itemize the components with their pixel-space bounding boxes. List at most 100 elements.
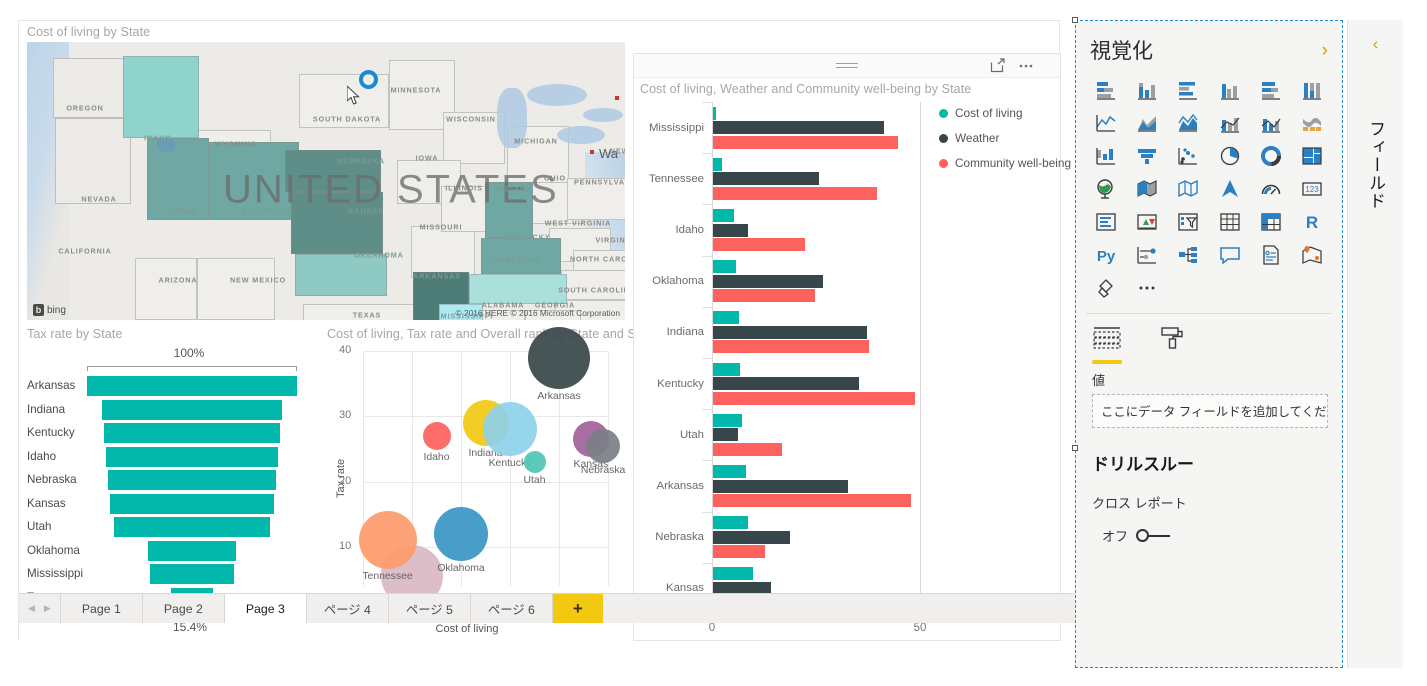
chevron-left-icon[interactable]: ‹ <box>1348 20 1403 54</box>
scatter-plot-area[interactable]: MississippiTennesseeOklahomaIdahoIndiana… <box>358 326 625 620</box>
page-tab-bar[interactable]: ◀ ▶ Page 1 Page 2 Page 3 ページ 4 ページ 5 ページ 6 + <box>19 593 1079 623</box>
bar-chart-legend[interactable]: Cost of living Weather Community well-bein… <box>939 106 1071 181</box>
bar-segment[interactable] <box>713 260 736 274</box>
donut-chart-icon[interactable] <box>1251 141 1290 171</box>
bar-segment[interactable] <box>713 289 815 303</box>
shape-map-icon[interactable] <box>1169 174 1208 204</box>
state-arizona[interactable] <box>135 258 197 320</box>
stacked-bar-chart-icon[interactable] <box>1086 75 1125 105</box>
multi-row-card-icon[interactable] <box>1086 207 1125 237</box>
line-clustered-column-chart-icon[interactable] <box>1251 108 1290 138</box>
focus-mode-icon[interactable] <box>990 58 1006 74</box>
scatter-bubble[interactable] <box>523 450 546 473</box>
bar-chart-visual[interactable]: Cost of living, Weather and Community we… <box>633 53 1071 641</box>
state-nevada-california[interactable] <box>55 118 131 204</box>
bar-segment[interactable] <box>713 530 790 544</box>
bar-segment[interactable] <box>713 209 734 222</box>
page-tab-page-1[interactable]: Page 1 <box>61 594 143 623</box>
stacked-area-chart-icon[interactable] <box>1169 108 1208 138</box>
tab-prev-icon[interactable]: ◀ <box>28 603 35 614</box>
bar-segment[interactable] <box>713 340 869 354</box>
state-newmexico[interactable] <box>197 258 275 320</box>
state-oklahoma-highlight[interactable] <box>295 254 387 296</box>
bar-segment[interactable] <box>713 428 738 442</box>
decomposition-tree-icon[interactable] <box>1169 240 1208 270</box>
bar-segment[interactable] <box>713 121 884 135</box>
report-canvas[interactable]: Cost of living by State UNITED STATES Wa… <box>18 20 1079 641</box>
matrix-icon[interactable] <box>1251 207 1290 237</box>
map-icon[interactable] <box>1086 174 1125 204</box>
line-stacked-column-chart-icon[interactable] <box>1210 108 1249 138</box>
tab-nav-arrows[interactable]: ◀ ▶ <box>19 594 61 623</box>
bar-segment[interactable] <box>713 391 915 405</box>
r-script-visual-icon[interactable]: R <box>1293 207 1332 237</box>
page-tabs[interactable]: Page 1 Page 2 Page 3 ページ 4 ページ 5 ページ 6 <box>61 594 553 623</box>
bar-segment[interactable] <box>713 223 749 237</box>
funnel-bar[interactable] <box>103 423 281 443</box>
azure-map-icon[interactable] <box>1293 240 1332 270</box>
state-kansas-highlight[interactable] <box>291 192 383 254</box>
scatter-bubble[interactable] <box>434 506 488 561</box>
bar-plot-area[interactable]: Mississippi Tennessee Idaho Oklahoma Indiana… <box>649 102 921 614</box>
more-options-icon[interactable] <box>1127 273 1166 303</box>
waterfall-chart-icon[interactable] <box>1086 141 1125 171</box>
bar-segment[interactable] <box>713 172 820 186</box>
100-stacked-bar-chart-icon[interactable] <box>1251 75 1290 105</box>
map-canvas[interactable]: UNITED STATES Wa b bing © 2016 HERE © 20… <box>27 42 625 320</box>
visualizations-pane[interactable]: 視覚化 › 123 R Py 値 ここにデータ フィールドを追加してください ド… <box>1072 17 1343 668</box>
add-page-button[interactable]: + <box>552 594 603 623</box>
table-icon[interactable] <box>1210 207 1249 237</box>
line-chart-icon[interactable] <box>1086 108 1125 138</box>
funnel-bar[interactable] <box>110 493 274 514</box>
bar-segment[interactable] <box>713 465 747 478</box>
ribbon-chart-icon[interactable] <box>1293 108 1332 138</box>
visualization-type-grid[interactable]: 123 R Py <box>1076 75 1342 311</box>
paginated-report-icon[interactable] <box>1251 240 1290 270</box>
funnel-chart-icon[interactable] <box>1127 141 1166 171</box>
page-tab-ページ-4[interactable]: ページ 4 <box>307 594 389 623</box>
bar-segment[interactable] <box>713 545 765 559</box>
bar-segment[interactable] <box>713 494 911 507</box>
area-chart-icon[interactable] <box>1127 108 1166 138</box>
visual-header[interactable] <box>634 54 1060 78</box>
cross-report-toggle[interactable] <box>1136 529 1171 542</box>
legend-item[interactable]: Weather <box>939 131 1071 145</box>
cross-report-toggle-row[interactable]: オフ <box>1076 512 1342 545</box>
treemap-icon[interactable] <box>1293 141 1332 171</box>
resize-handle-tl[interactable] <box>1072 17 1078 23</box>
values-drop-zone[interactable]: ここにデータ フィールドを追加してください <box>1092 394 1328 428</box>
funnel-bar[interactable] <box>87 376 297 396</box>
scatter-bubble[interactable] <box>358 511 417 570</box>
pie-chart-icon[interactable] <box>1210 141 1249 171</box>
bar-segment[interactable] <box>713 442 782 456</box>
state-tennessee-highlight[interactable] <box>469 274 567 304</box>
scatter-bubble[interactable] <box>528 326 590 389</box>
fields-tab[interactable] <box>1092 326 1122 364</box>
funnel-bar[interactable] <box>101 399 283 420</box>
scatter-bubble[interactable] <box>422 421 451 450</box>
map-visual[interactable]: Cost of living by State UNITED STATES Wa… <box>19 21 633 323</box>
scatter-chart-icon[interactable] <box>1169 141 1208 171</box>
funnel-bar[interactable] <box>114 517 270 537</box>
filled-map-icon[interactable] <box>1127 174 1166 204</box>
python-visual-icon[interactable]: Py <box>1086 240 1125 270</box>
page-tab-page-3[interactable]: Page 3 <box>224 594 307 623</box>
bar-segment[interactable] <box>713 325 867 339</box>
state-idaho-highlight[interactable] <box>123 56 199 138</box>
key-influencers-icon[interactable] <box>1127 240 1166 270</box>
get-more-visuals-icon[interactable] <box>1086 273 1125 303</box>
page-tab-page-2[interactable]: Page 2 <box>143 594 225 623</box>
bar-segment[interactable] <box>713 311 739 325</box>
kpi-icon[interactable] <box>1127 207 1166 237</box>
bar-segment[interactable] <box>713 238 805 251</box>
100-stacked-column-chart-icon[interactable] <box>1293 75 1332 105</box>
page-tab-ページ-6[interactable]: ページ 6 <box>471 594 553 623</box>
tab-next-icon[interactable]: ▶ <box>44 603 51 614</box>
funnel-bar[interactable] <box>105 446 279 467</box>
stacked-column-chart-icon[interactable] <box>1127 75 1166 105</box>
card-icon[interactable]: 123 <box>1293 174 1332 204</box>
funnel-bar[interactable] <box>147 540 237 561</box>
pane-tab-row[interactable] <box>1076 322 1342 364</box>
bar-segment[interactable] <box>713 567 753 581</box>
toggle-knob[interactable] <box>1136 529 1150 542</box>
